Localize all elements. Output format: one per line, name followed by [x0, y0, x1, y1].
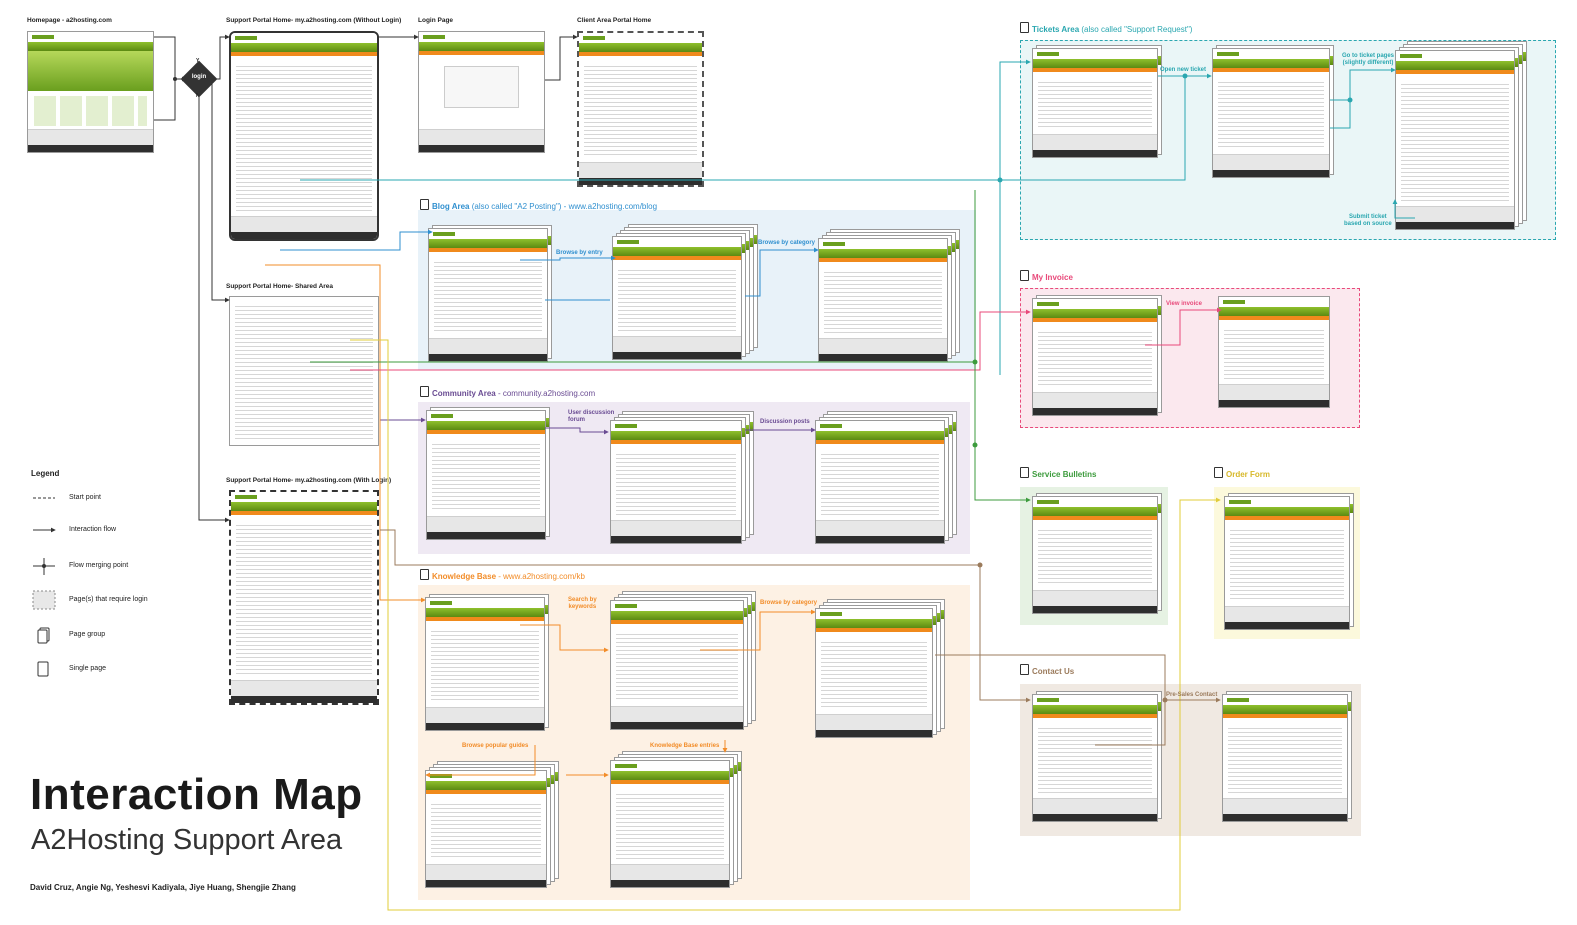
note-search-by-keywords: Search by keywords: [568, 597, 597, 610]
note-browse-by-category-blog: Browse by category: [758, 240, 816, 246]
note-submit-ticket: Submit ticket based on source: [1344, 214, 1392, 227]
note-open-new-ticket: Open new ticket: [1160, 67, 1207, 73]
authors: David Cruz, Angie Ng, Yeshesvi Kadiyala,…: [30, 883, 296, 892]
note-view-invoice: View invoice: [1166, 301, 1202, 307]
map-title: Interaction Map: [30, 770, 363, 819]
note-pre-sales-contact: Pre-Sales Contact: [1166, 692, 1218, 698]
note-discussion-posts: Discussion posts: [760, 419, 810, 425]
legend-flow-merging: Flow merging point: [69, 562, 129, 569]
legend-title: Legend: [31, 469, 60, 478]
legend-interaction-flow: Interaction flow: [69, 526, 117, 533]
note-user-discussion-forum: User discussion forum: [568, 410, 615, 423]
legend-requires-login: Page(s) that require login: [69, 596, 148, 603]
legend-page-group: Page group: [69, 631, 106, 638]
note-browse-popular-guides: Browse popular guides: [462, 743, 529, 749]
map-subtitle: A2Hosting Support Area: [31, 824, 343, 856]
legend-start-point: Start point: [69, 494, 101, 501]
note-browse-by-category-kb: Browse by category: [760, 600, 818, 606]
note-kb-entries: Knowledge Base entries: [650, 743, 720, 749]
legend-single-page: Single page: [69, 665, 106, 672]
note-browse-by-entry: Browse by entry: [556, 250, 603, 256]
note-go-to-ticket: Go to ticket pages (slightly different): [1342, 53, 1395, 66]
